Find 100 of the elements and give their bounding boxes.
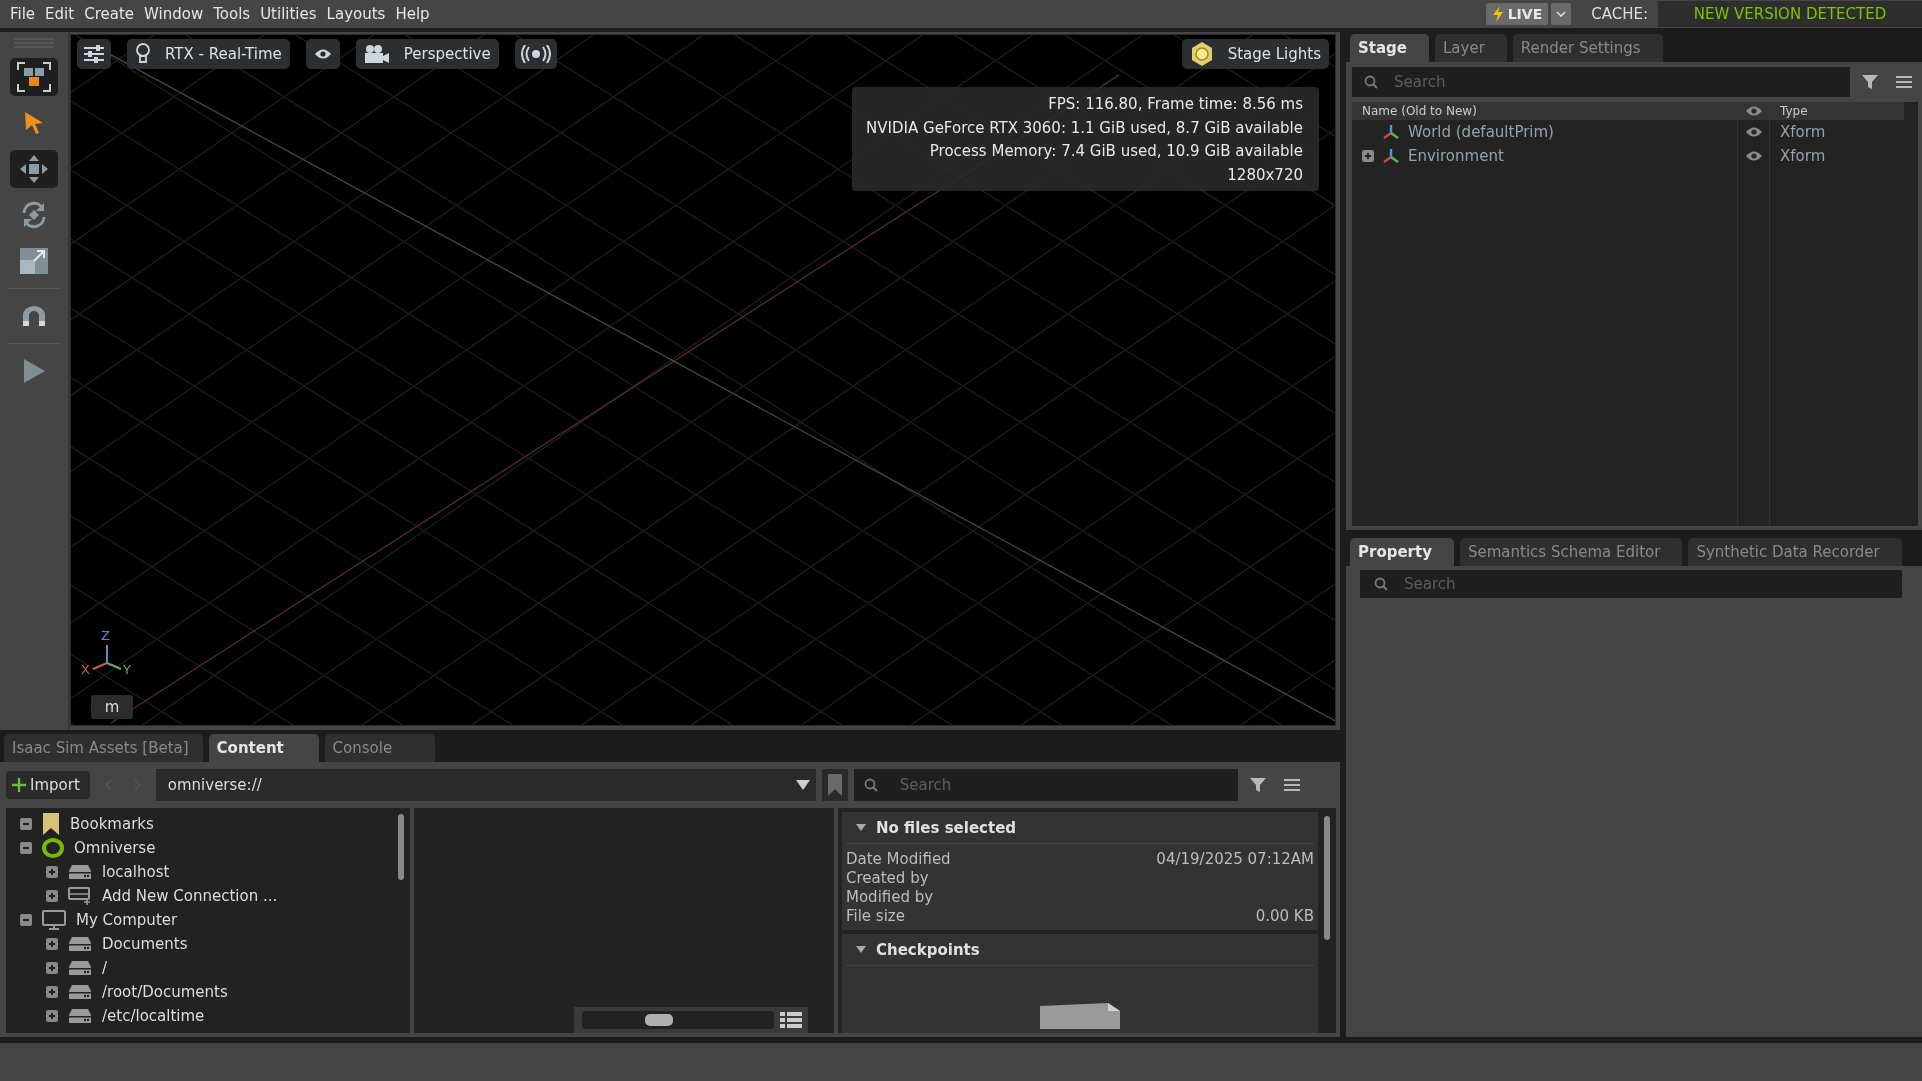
stage-lights-button[interactable]: Stage Lights	[1181, 39, 1329, 69]
menu-item[interactable]: Tools	[211, 5, 253, 23]
prim-name: World (defaultPrim)	[1408, 123, 1554, 141]
menu-item[interactable]: Edit	[43, 5, 77, 23]
menu-item[interactable]: Help	[393, 5, 432, 23]
menu-item[interactable]: Create	[82, 5, 136, 23]
tree-item[interactable]: /	[46, 956, 410, 980]
drive-icon	[68, 984, 92, 1000]
collapse-icon	[20, 914, 32, 926]
menu-item[interactable]: Window	[142, 5, 206, 23]
scale-icon	[19, 247, 49, 275]
scrollbar[interactable]	[398, 814, 404, 880]
search-input[interactable]: Search	[1392, 72, 1838, 92]
section-header[interactable]: Checkpoints	[846, 934, 1314, 966]
section-header[interactable]: No files selected	[846, 812, 1314, 844]
menu-item[interactable]: Utilities	[258, 5, 319, 23]
tree-item[interactable]: Bookmarks	[20, 812, 410, 836]
monitor-icon	[42, 910, 66, 930]
path-input[interactable]: omniverse://	[165, 775, 796, 795]
tree-item-label: localhost	[102, 863, 170, 881]
settings-button[interactable]	[77, 39, 111, 69]
list-view-icon	[780, 1012, 802, 1028]
search-field[interactable]: Search	[853, 769, 1238, 801]
menu-item[interactable]: Layouts	[324, 5, 388, 23]
bookmark-button[interactable]	[821, 769, 848, 801]
tab[interactable]: Synthetic Data Recorder	[1688, 538, 1902, 566]
menu-item[interactable]: File	[8, 5, 38, 23]
expand-icon	[46, 890, 58, 902]
field-value: 0.00 KB	[1255, 907, 1314, 926]
bookmark-icon	[42, 813, 60, 835]
slider-thumb[interactable]	[644, 1014, 673, 1026]
search-icon	[863, 778, 878, 792]
column-header[interactable]: Name (Old to New)	[1362, 104, 1477, 118]
field-label: Modified by	[846, 888, 934, 907]
tab[interactable]: Property	[1350, 538, 1454, 566]
expand-icon	[46, 986, 58, 998]
filter-icon	[1861, 74, 1879, 90]
axes-icon	[1382, 147, 1400, 165]
search-input[interactable]: Search	[897, 775, 1228, 795]
plus-icon	[12, 778, 26, 792]
tab[interactable]: Render Settings	[1512, 34, 1663, 62]
axes-icon	[1382, 123, 1400, 141]
tree-item-label: /root/Documents	[102, 983, 228, 1001]
visibility-button[interactable]	[305, 39, 340, 69]
tree-item[interactable]: localhost	[46, 860, 410, 884]
tool-button[interactable]	[10, 58, 58, 96]
ring-icon	[42, 838, 64, 858]
light-icon	[1189, 42, 1214, 66]
tree-item[interactable]: Add New Connection ...	[46, 884, 410, 908]
prim-row[interactable]: Environment Xform	[1352, 144, 1918, 168]
tree-item[interactable]: /root/Documents	[46, 980, 410, 1004]
import-button[interactable]: Import	[6, 771, 90, 799]
expand-icon	[1362, 150, 1374, 162]
caret-down-icon	[856, 823, 866, 832]
drive-icon	[68, 960, 92, 976]
live-button[interactable]: LIVE	[1485, 3, 1549, 25]
bookmark-icon	[826, 774, 843, 796]
tab[interactable]: Content	[208, 734, 319, 762]
tree-item[interactable]: /etc/localtime	[46, 1004, 410, 1028]
scrollbar[interactable]	[1324, 816, 1330, 940]
tree-item-label: Omniverse	[74, 839, 156, 857]
dropdown-button[interactable]	[1551, 3, 1572, 25]
visibility-toggle[interactable]	[1744, 150, 1763, 162]
path-field[interactable]: omniverse://	[155, 769, 816, 801]
tree-item-label: /	[102, 959, 108, 977]
search-field[interactable]: Search	[1352, 67, 1850, 97]
slider-track[interactable]	[582, 1011, 774, 1029]
search-icon	[1374, 577, 1388, 591]
magnet-icon	[21, 304, 47, 328]
tab[interactable]: Console	[324, 734, 435, 762]
move-arrows-icon	[19, 154, 49, 184]
expand-icon	[46, 938, 58, 950]
tree-item-label: My Computer	[76, 911, 178, 929]
tree-item[interactable]: My Computer	[20, 908, 410, 932]
tool-button[interactable]	[10, 150, 58, 188]
renderer-button[interactable]: RTX - Real-Time	[127, 39, 290, 69]
camera-button[interactable]: Perspective	[355, 39, 499, 69]
play-icon	[22, 358, 46, 384]
column-header[interactable]: Type	[1780, 104, 1808, 118]
tree-item[interactable]: Documents	[46, 932, 410, 956]
visibility-toggle[interactable]	[1744, 126, 1763, 138]
tab[interactable]: Layer	[1435, 34, 1507, 62]
tab[interactable]: Semantics Schema Editor	[1459, 538, 1683, 566]
expand-icon	[46, 1010, 58, 1022]
menu-icon	[1896, 75, 1912, 89]
units-button[interactable]: m	[91, 695, 133, 719]
search-icon	[1364, 75, 1378, 89]
tab[interactable]: Isaac Sim Assets [Beta]	[4, 734, 203, 762]
prim-row[interactable]: World (defaultPrim) Xform	[1352, 120, 1918, 144]
audio-button[interactable]	[514, 39, 557, 69]
search-input[interactable]: Search	[1402, 574, 1888, 594]
search-field[interactable]: Search	[1360, 570, 1902, 598]
sliders-icon	[83, 45, 105, 63]
viewport[interactable]: RTX - Real-Time Perspective Stage Lights FPS: 116.80, Frame time: 8.56 ms NVIDIA GeForce RTX 3060: 1.1 GiB used, 8.7 GiB available Process Memory: 7.4 GiB used, 10.9 GiB available 1280x720 Z X Y m	[70, 34, 1336, 726]
tab[interactable]: Stage	[1350, 34, 1429, 62]
cursor-arrow-icon	[23, 110, 45, 136]
tree-item[interactable]: Omniverse	[20, 836, 410, 860]
filter-icon	[1248, 777, 1267, 793]
caret-down-icon	[856, 945, 866, 954]
prim-type: Xform	[1780, 147, 1826, 165]
